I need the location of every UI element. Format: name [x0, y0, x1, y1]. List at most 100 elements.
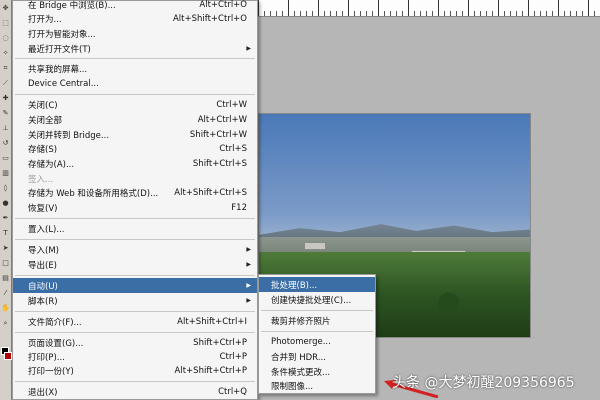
menu-item-place[interactable]: 置入(L)...: [13, 221, 257, 236]
menu-item-automate[interactable]: 自动(U) ▶: [13, 278, 257, 293]
menu-item-shortcut: Ctrl+P: [219, 351, 247, 362]
menu-item-label: 导入(M): [28, 245, 59, 256]
blur-tool-icon[interactable]: ◊: [1, 181, 11, 195]
submenu-item-batch[interactable]: 批处理(B)...: [259, 277, 375, 292]
menu-item-revert[interactable]: 恢复(V) F12: [13, 200, 257, 215]
menu-item-shortcut: Alt+Shift+Ctrl+O: [172, 13, 247, 24]
brush-tool-icon[interactable]: ✎: [1, 106, 11, 120]
menu-item-label: 关闭并转到 Bridge...: [28, 130, 110, 141]
menu-item-file-info[interactable]: 文件简介(F)... Alt+Shift+Ctrl+I: [13, 314, 257, 329]
background-color-swatch[interactable]: [4, 352, 12, 360]
menu-item-label: 打开为...: [28, 14, 62, 25]
submenu-arrow-icon: ▶: [246, 282, 251, 289]
menu-item-shortcut: Shift+Ctrl+P: [193, 337, 247, 348]
menu-item-print-one-copy[interactable]: 打印一份(Y) Alt+Shift+Ctrl+P: [13, 363, 257, 378]
ruler-major-ticks: [258, 0, 600, 16]
menu-item-close[interactable]: 关闭(C) Ctrl+W: [13, 97, 257, 112]
menu-item-save-as[interactable]: 存储为(A)... Shift+Ctrl+S: [13, 156, 257, 171]
notes-tool-icon[interactable]: ▤: [1, 271, 11, 285]
menu-item-label: 关闭全部: [28, 115, 63, 126]
menu-item-label: 自动(U): [28, 281, 58, 292]
pen-tool-icon[interactable]: ✒: [1, 211, 11, 225]
lasso-tool-icon[interactable]: ◌: [1, 31, 11, 45]
menu-item-label: 脚本(R): [28, 296, 58, 307]
eyedropper-tool-icon[interactable]: ⁄: [1, 286, 11, 300]
menu-item-print[interactable]: 打印(P)... Ctrl+P: [13, 349, 257, 364]
menu-item-open-recent[interactable]: 最近打开文件(T) ▶: [13, 41, 257, 56]
menu-separator: [261, 310, 373, 311]
menu-item-close-all[interactable]: 关闭全部 Alt+Ctrl+W: [13, 112, 257, 127]
healing-brush-tool-icon[interactable]: ✚: [1, 91, 11, 105]
menu-item-shortcut: Alt+Shift+Ctrl+P: [174, 365, 247, 376]
menu-item-shortcut: Alt+Ctrl+O: [199, 0, 247, 10]
menu-item-open-as-smart-object[interactable]: 打开为智能对象...: [13, 26, 257, 41]
shape-tool-icon[interactable]: □: [1, 256, 11, 270]
menu-separator: [15, 332, 255, 333]
magic-wand-tool-icon[interactable]: ✧: [1, 46, 11, 60]
submenu-arrow-icon: ▶: [246, 45, 251, 52]
menu-item-shortcut: Alt+Shift+Ctrl+S: [174, 187, 247, 198]
menu-item-import[interactable]: 导入(M) ▶: [13, 242, 257, 257]
menu-item-label: 条件模式更改...: [271, 367, 331, 378]
menu-item-label: 签入...: [28, 174, 54, 185]
submenu-arrow-icon: ▶: [246, 261, 251, 268]
submenu-item-merge-to-hdr[interactable]: 合并到 HDR...: [259, 349, 375, 364]
menu-item-exit[interactable]: 退出(X) Ctrl+Q: [13, 384, 257, 399]
menu-item-label: 关闭(C): [28, 100, 58, 111]
menu-item-label: 最近打开文件(T): [28, 44, 91, 55]
menu-item-shortcut: Ctrl+W: [216, 99, 247, 110]
submenu-item-conditional-mode-change[interactable]: 条件模式更改...: [259, 364, 375, 379]
tools-panel: ✥ ⬚ ◌ ✧ ⌗ ⟋ ✚ ✎ ⊥ ↺ ▭ ▥ ◊ ● ✒ T ➤ □ ▤ ⁄ …: [0, 0, 12, 400]
menu-item-label: 限制图像...: [271, 381, 314, 392]
gradient-tool-icon[interactable]: ▥: [1, 166, 11, 180]
menu-separator: [15, 275, 255, 276]
submenu-item-fit-image[interactable]: 限制图像...: [259, 378, 375, 393]
slice-tool-icon[interactable]: ⟋: [1, 76, 11, 90]
menu-item-label: 批处理(B)...: [271, 280, 318, 291]
photo-building: [304, 242, 326, 250]
dodge-tool-icon[interactable]: ●: [1, 196, 11, 210]
menu-separator: [15, 58, 255, 59]
submenu-item-crop-and-straighten[interactable]: 裁剪并修齐照片: [259, 313, 375, 328]
menu-item-close-and-go-to-bridge[interactable]: 关闭并转到 Bridge... Shift+Ctrl+W: [13, 127, 257, 142]
type-tool-icon[interactable]: T: [1, 226, 11, 240]
menu-item-label: 退出(X): [28, 387, 58, 398]
menu-separator: [15, 311, 255, 312]
menu-item-label: 打开为智能对象...: [28, 29, 96, 40]
menu-item-save[interactable]: 存储(S) Ctrl+S: [13, 141, 257, 156]
menu-item-shortcut: Ctrl+Q: [218, 386, 247, 397]
crop-tool-icon[interactable]: ⌗: [1, 61, 11, 75]
menu-item-label: 导出(E): [28, 260, 58, 271]
menu-item-label: 合并到 HDR...: [271, 352, 326, 363]
menu-item-label: Device Central...: [28, 78, 99, 89]
marquee-tool-icon[interactable]: ⬚: [1, 16, 11, 30]
menu-item-label: 打印一份(Y): [28, 366, 74, 377]
submenu-item-photomerge[interactable]: Photomerge...: [259, 334, 375, 349]
menu-item-label: 页面设置(G)...: [28, 338, 84, 349]
history-brush-tool-icon[interactable]: ↺: [1, 136, 11, 150]
submenu-arrow-icon: ▶: [246, 246, 251, 253]
clone-stamp-tool-icon[interactable]: ⊥: [1, 121, 11, 135]
menu-separator: [261, 331, 373, 332]
menu-separator: [15, 218, 255, 219]
menu-item-open-as[interactable]: 打开为... Alt+Shift+Ctrl+O: [13, 11, 257, 26]
menu-item-scripts[interactable]: 脚本(R) ▶: [13, 293, 257, 308]
file-menu: 在 Bridge 中浏览(B)... Alt+Ctrl+O 打开为... Alt+S…: [12, 0, 258, 400]
hand-tool-icon[interactable]: ✋: [1, 301, 11, 315]
menu-item-label: 在 Bridge 中浏览(B)...: [28, 0, 116, 11]
menu-item-shortcut: Shift+Ctrl+S: [192, 158, 247, 169]
menu-item-device-central[interactable]: Device Central...: [13, 76, 257, 91]
menu-item-page-setup[interactable]: 页面设置(G)... Shift+Ctrl+P: [13, 335, 257, 350]
menu-item-label: 存储为 Web 和设备所用格式(D)...: [28, 188, 159, 199]
move-tool-icon[interactable]: ✥: [1, 1, 11, 15]
submenu-item-create-droplet[interactable]: 创建快捷批处理(C)...: [259, 292, 375, 307]
menu-item-export[interactable]: 导出(E) ▶: [13, 257, 257, 272]
zoom-tool-icon[interactable]: ⌕: [1, 316, 11, 330]
path-selection-tool-icon[interactable]: ➤: [1, 241, 11, 255]
menu-item-save-for-web[interactable]: 存储为 Web 和设备所用格式(D)... Alt+Shift+Ctrl+S: [13, 185, 257, 200]
menu-item-shortcut: Ctrl+S: [219, 143, 247, 154]
menu-item-share-my-screen[interactable]: 共享我的屏幕...: [13, 61, 257, 76]
eraser-tool-icon[interactable]: ▭: [1, 151, 11, 165]
horizontal-ruler: [258, 0, 600, 17]
menu-item-label: 恢复(V): [28, 203, 58, 214]
